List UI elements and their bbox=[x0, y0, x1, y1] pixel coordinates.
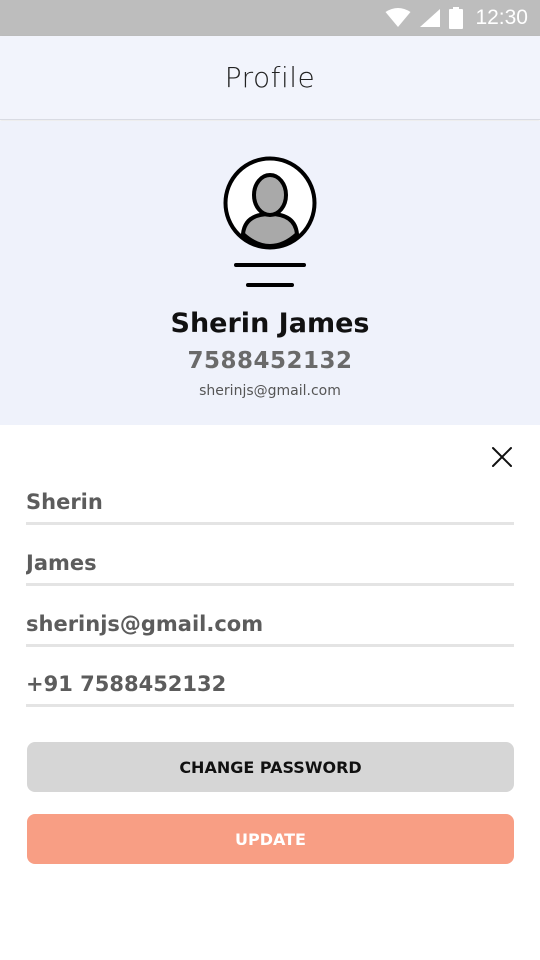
status-bar: 12:30 bbox=[0, 0, 540, 36]
battery-icon bbox=[449, 7, 464, 29]
profile-phone: 7588452132 bbox=[187, 348, 353, 374]
change-password-label: CHANGE PASSWORD bbox=[179, 757, 362, 777]
edit-profile-form: CHANGE PASSWORD UPDATE bbox=[0, 425, 540, 960]
profile-name: Sherin James bbox=[170, 308, 370, 339]
last-name-field[interactable] bbox=[26, 546, 514, 586]
change-password-button[interactable]: CHANGE PASSWORD bbox=[27, 742, 514, 792]
status-icons: 12:30 bbox=[385, 0, 528, 36]
phone-field[interactable] bbox=[26, 667, 514, 707]
app-header: Profile bbox=[0, 36, 540, 120]
status-time: 12:30 bbox=[475, 6, 528, 29]
signal-icon bbox=[420, 9, 441, 27]
profile-card: Sherin James 7588452132 sherinjs@gmail.c… bbox=[0, 121, 540, 425]
update-button[interactable]: UPDATE bbox=[27, 814, 514, 864]
page-title: Profile bbox=[224, 61, 316, 94]
user-avatar-icon bbox=[223, 156, 317, 287]
update-label: UPDATE bbox=[235, 829, 306, 849]
wifi-icon bbox=[385, 8, 411, 27]
first-name-field[interactable] bbox=[26, 485, 514, 525]
profile-email: sherinjs@gmail.com bbox=[199, 383, 341, 399]
email-field[interactable] bbox=[26, 607, 514, 647]
close-icon[interactable] bbox=[488, 443, 516, 471]
